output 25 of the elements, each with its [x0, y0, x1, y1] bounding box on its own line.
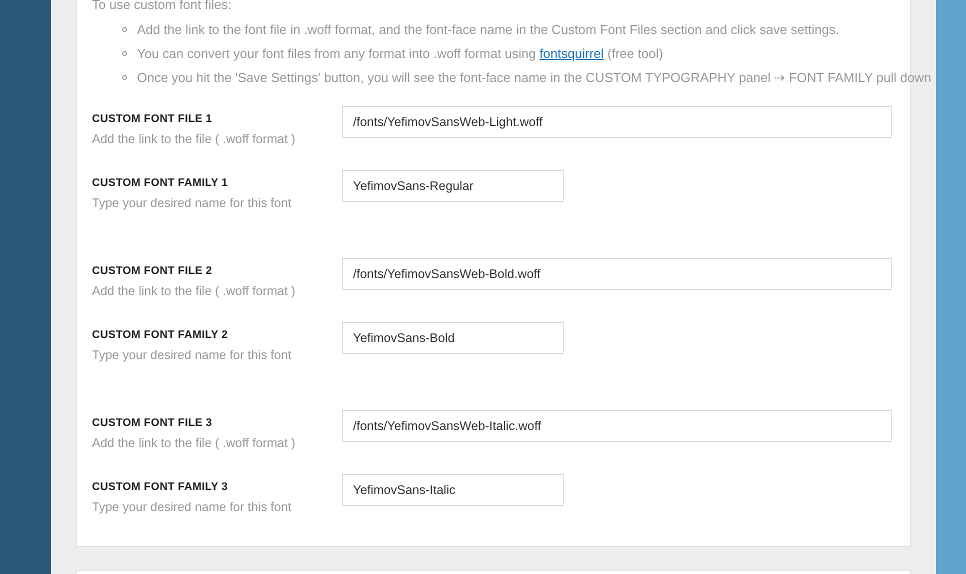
text-input-field[interactable]: YefimovSans-Regular [342, 170, 564, 202]
field-hint: Type your desired name for this font [92, 195, 292, 211]
text-input-field[interactable]: YefimovSans-Bold [342, 322, 564, 354]
field-label: CUSTOM FONT FAMILY 3 [92, 480, 229, 494]
fontsquirrel-link[interactable]: fontsquirrel [539, 46, 604, 61]
bullet-icon [122, 27, 127, 32]
field-label: CUSTOM FONT FAMILY 2 [92, 328, 229, 342]
text-input-field[interactable]: /fonts/YefimovSansWeb-Italic.woff [342, 410, 892, 442]
instruction-text: You can convert your font files from any format into .woff format using fontsquirrel (free tool) [137, 45, 664, 62]
field-hint: Add the link to the file ( .woff format ) [92, 283, 296, 299]
field-label: CUSTOM FONT FILE 3 [92, 416, 214, 430]
field-label: CUSTOM FONT FAMILY 1 [92, 176, 229, 190]
field-hint: Add the link to the file ( .woff format ) [92, 435, 296, 451]
text-input-field[interactable]: YefimovSans-Italic [342, 474, 564, 506]
text-input-field[interactable]: /fonts/YefimovSansWeb-Bold.woff [342, 258, 892, 290]
bullet-icon [122, 51, 127, 56]
text-input-field[interactable]: /fonts/YefimovSansWeb-Light.woff [342, 106, 892, 138]
field-label: CUSTOM FONT FILE 1 [92, 112, 214, 126]
instruction-text: Once you hit the 'Save Settings' button, you will see the font-face name in the CUSTOM TYPOGRAPHY panel ⇢ FONT FAMILY pull down [137, 69, 932, 86]
field-label: CUSTOM FONT FILE 2 [92, 264, 214, 278]
field-hint: Add the link to the file ( .woff format ) [92, 131, 296, 147]
field-hint: Type your desired name for this font [92, 347, 292, 363]
field-hint: Type your desired name for this font [92, 499, 292, 515]
bullet-icon [122, 75, 127, 80]
instruction-text: Add the link to the font file in .woff format, and the font-face name in the Custom Font Files section and click save settings. [137, 21, 840, 38]
